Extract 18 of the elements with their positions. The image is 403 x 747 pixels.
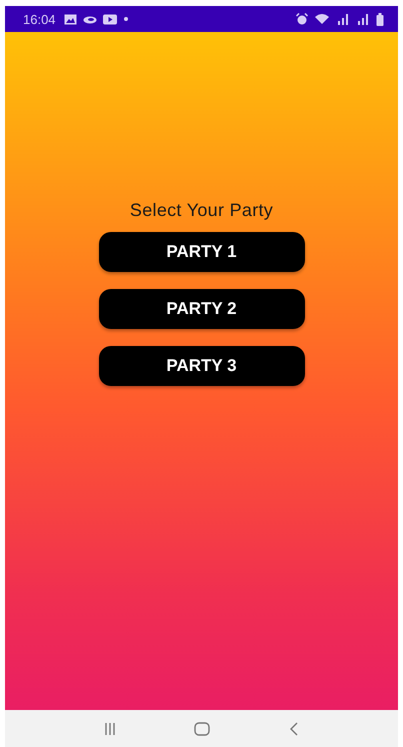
recent-apps-icon: [104, 722, 116, 736]
back-icon: [288, 722, 299, 736]
home-button[interactable]: [192, 720, 212, 738]
party-button[interactable]: PARTY 2: [98, 289, 304, 329]
signal-icon: [356, 13, 370, 25]
image-icon: [64, 14, 77, 24]
signal-icon: [336, 13, 350, 25]
party-button[interactable]: PARTY 1: [98, 232, 304, 272]
alarm-icon: [296, 13, 308, 25]
wifi-icon: [314, 13, 330, 25]
party-button[interactable]: PARTY 3: [98, 346, 304, 386]
video-icon: [102, 14, 117, 24]
home-icon: [194, 722, 210, 736]
cloud-icon: [82, 14, 97, 24]
status-time: 16:04: [23, 12, 56, 26]
battery-icon: [376, 12, 384, 26]
dot-icon: [122, 16, 129, 22]
heading: Select Your Party: [130, 200, 274, 221]
